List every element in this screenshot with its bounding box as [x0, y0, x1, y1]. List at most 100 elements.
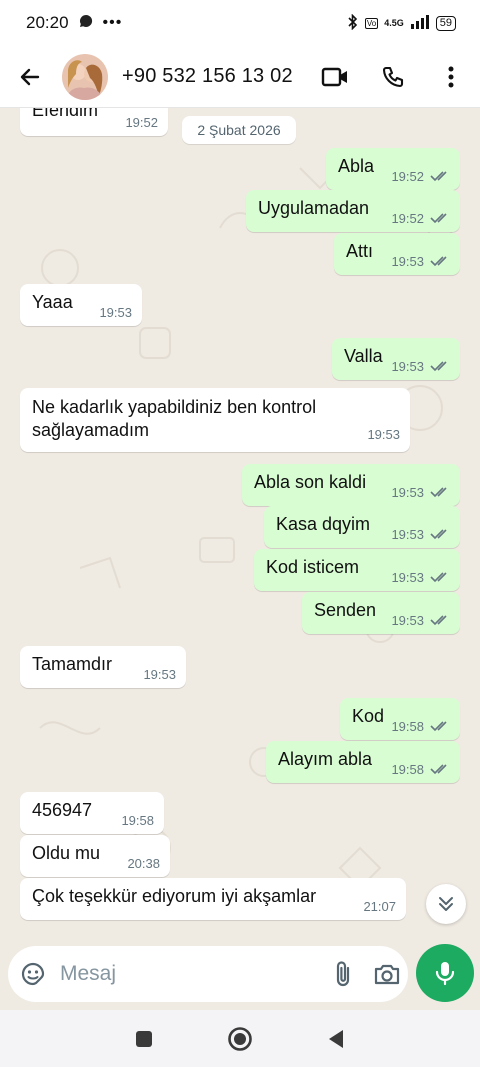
more-vertical-icon [448, 66, 454, 87]
arrow-left-icon [20, 68, 40, 85]
message-time: 19:52 [391, 169, 424, 184]
message-time: 19:53 [391, 527, 424, 542]
double-check-icon [430, 615, 447, 626]
message-time: 19:53 [367, 427, 400, 442]
message-time: 19:53 [99, 305, 132, 320]
attach-button[interactable] [333, 960, 353, 988]
message-text: Abla [338, 156, 375, 176]
message-time: 21:07 [363, 899, 396, 914]
message-text: 456947 [32, 800, 93, 820]
circle-icon [228, 1026, 252, 1051]
date-divider: 2 Şubat 2026 [182, 116, 296, 144]
message-time: 19:53 [391, 485, 424, 500]
message-time: 19:53 [391, 254, 424, 269]
message-input[interactable] [58, 961, 333, 987]
message-composer [8, 946, 408, 1002]
chat-notification-icon [79, 13, 93, 33]
message-incoming[interactable]: Tamamdır 19:53 [20, 646, 186, 688]
double-check-icon [430, 361, 447, 372]
network-type: 4.5G [384, 18, 404, 28]
battery-level: 59 [435, 15, 456, 31]
message-text: Valla [344, 346, 383, 366]
message-time: 19:52 [125, 115, 158, 130]
more-options-button[interactable] [422, 66, 480, 88]
scroll-to-bottom-button[interactable] [426, 884, 466, 924]
status-time: 20:20 [26, 13, 69, 32]
bluetooth-icon [347, 13, 359, 33]
message-outgoing[interactable]: Abla son kaldi 19:53 [242, 464, 460, 506]
signal-icon [410, 14, 430, 32]
message-text: Ne kadarlık yapabildiniz ben kontrol sağ… [32, 397, 317, 440]
message-text: Attı [346, 241, 374, 261]
double-check-icon [430, 256, 447, 267]
triangle-back-icon [329, 1029, 343, 1048]
message-time: 20:38 [127, 856, 160, 871]
microphone-icon [435, 962, 455, 986]
double-check-icon [430, 529, 447, 540]
message-time: 19:58 [391, 762, 424, 777]
message-text: Abla son kaldi [254, 472, 367, 492]
message-outgoing[interactable]: Abla 19:52 [326, 148, 460, 190]
camera-icon [374, 964, 400, 985]
message-time: 19:52 [391, 211, 424, 226]
message-time: 19:53 [391, 570, 424, 585]
message-outgoing[interactable]: Kod isticem 19:53 [254, 549, 460, 591]
double-check-icon [430, 572, 447, 583]
double-check-icon [430, 213, 447, 224]
video-call-icon [321, 67, 347, 86]
message-text: Tamamdır [32, 654, 113, 674]
emoji-sticker-icon [21, 962, 45, 986]
status-bar: 20:20 ••• Vo 4.5G 59 [0, 0, 480, 46]
message-text: Alayım abla [278, 749, 373, 769]
message-outgoing[interactable]: Kod 19:58 [340, 698, 460, 740]
square-icon [136, 1030, 152, 1047]
message-text: Oldu mu [32, 843, 101, 863]
message-text: Senden [314, 600, 377, 620]
message-outgoing[interactable]: Valla 19:53 [332, 338, 460, 380]
message-text: Yaaa [32, 292, 73, 312]
home-button[interactable] [227, 1026, 253, 1052]
contact-name[interactable]: +90 532 156 13 02 [122, 65, 306, 88]
message-time: 19:53 [391, 359, 424, 374]
double-check-icon [430, 171, 447, 182]
message-time: 19:58 [391, 719, 424, 734]
message-text: Kasa dqyim [276, 514, 371, 534]
message-incoming[interactable]: Çok teşekkür ediyorum iyi akşamlar 21:07 [20, 878, 406, 920]
message-text: Kod [352, 706, 385, 726]
double-check-icon [430, 487, 447, 498]
message-incoming[interactable]: Oldu mu 20:38 [20, 835, 170, 877]
double-chevron-down-icon [439, 897, 453, 911]
voice-record-button[interactable] [416, 944, 474, 1002]
recent-apps-button[interactable] [135, 1030, 153, 1048]
double-check-icon [430, 764, 447, 775]
message-outgoing[interactable]: Alayım abla 19:58 [266, 741, 460, 783]
message-time: 19:53 [143, 667, 176, 682]
message-time: 19:53 [391, 613, 424, 628]
paperclip-icon [336, 961, 350, 987]
video-call-button[interactable] [306, 66, 364, 88]
double-check-icon [430, 721, 447, 732]
chat-header: +90 532 156 13 02 [0, 46, 480, 108]
message-time: 19:58 [121, 813, 154, 828]
message-incoming[interactable]: Ne kadarlık yapabildiniz ben kontrol sağ… [20, 388, 410, 452]
more-notifications-icon: ••• [102, 14, 123, 31]
contact-avatar[interactable] [62, 53, 108, 100]
message-outgoing[interactable]: Senden 19:53 [302, 592, 460, 634]
message-outgoing[interactable]: Kasa dqyim 19:53 [264, 506, 460, 548]
message-incoming[interactable]: 456947 19:58 [20, 792, 164, 834]
message-incoming[interactable]: Yaaa 19:53 [20, 284, 142, 326]
message-outgoing[interactable]: Attı 19:53 [334, 233, 460, 275]
back-button[interactable] [0, 65, 60, 89]
message-text: Uygulamadan [258, 198, 370, 218]
back-nav-button[interactable] [327, 1029, 345, 1049]
system-navigation-bar [0, 1010, 480, 1067]
message-text: Kod isticem [266, 557, 360, 577]
camera-button[interactable] [373, 962, 401, 986]
phone-icon [382, 66, 404, 87]
message-outgoing[interactable]: Uygulamadan 19:52 [246, 190, 460, 232]
message-incoming[interactable]: Efendim 19:52 [20, 108, 168, 136]
chat-area[interactable]: Efendim 19:52 2 Şubat 2026 Abla 19:52 Uy… [0, 108, 480, 945]
voice-call-button[interactable] [364, 65, 422, 89]
emoji-button[interactable] [20, 961, 46, 987]
message-text: Çok teşekkür ediyorum iyi akşamlar [32, 886, 317, 906]
